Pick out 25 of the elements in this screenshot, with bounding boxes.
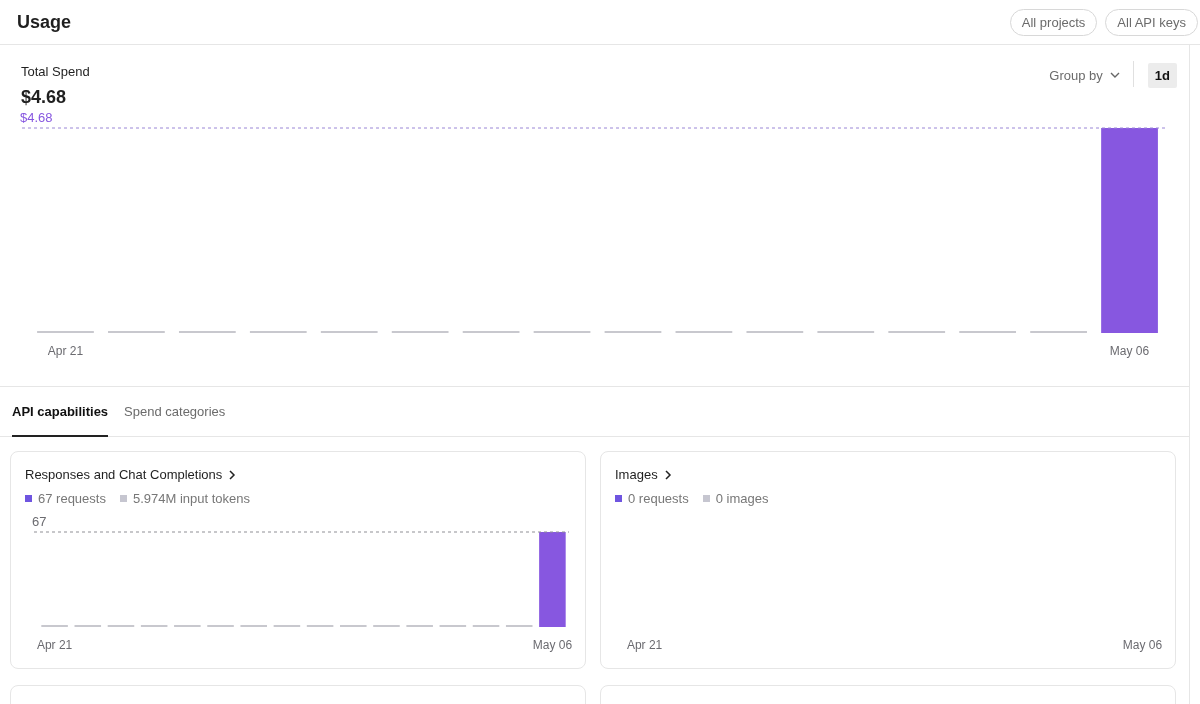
page-title: Usage bbox=[17, 11, 73, 33]
interval-button[interactable]: 1d bbox=[1147, 63, 1177, 88]
axis-label: Apr 21 bbox=[47, 344, 84, 358]
tab[interactable]: Spend categories bbox=[124, 387, 226, 437]
chevron-right-icon bbox=[227, 468, 238, 481]
filter-button[interactable]: All API keys bbox=[1105, 8, 1198, 36]
legend-label: 5.974M input tokens bbox=[132, 491, 250, 506]
legend-label: 0 images bbox=[715, 491, 769, 506]
legend-label: 0 requests bbox=[628, 491, 689, 506]
filter-button[interactable]: All projects bbox=[1009, 8, 1098, 36]
card-title-link[interactable]: Responses and Chat Completions bbox=[25, 467, 238, 482]
axis-label: Apr 21 bbox=[626, 638, 663, 652]
axis-label: Apr 21 bbox=[36, 638, 73, 652]
tab[interactable]: API capabilities bbox=[12, 387, 109, 437]
panel-title: Total Spend bbox=[21, 64, 91, 79]
total-amount: $4.68 bbox=[21, 87, 68, 108]
peak-label: $4.68 bbox=[20, 110, 53, 125]
peak-label: 67 bbox=[32, 514, 47, 529]
card-title-link[interactable]: Images bbox=[615, 467, 673, 482]
axis-label: May 06 bbox=[532, 638, 573, 652]
group-by-dropdown[interactable]: Group by bbox=[1049, 63, 1133, 87]
axis-label: May 06 bbox=[1109, 344, 1150, 358]
legend-label: 67 requests bbox=[38, 491, 106, 506]
axis-label: May 06 bbox=[1122, 638, 1163, 652]
chevron-right-icon bbox=[662, 468, 673, 481]
